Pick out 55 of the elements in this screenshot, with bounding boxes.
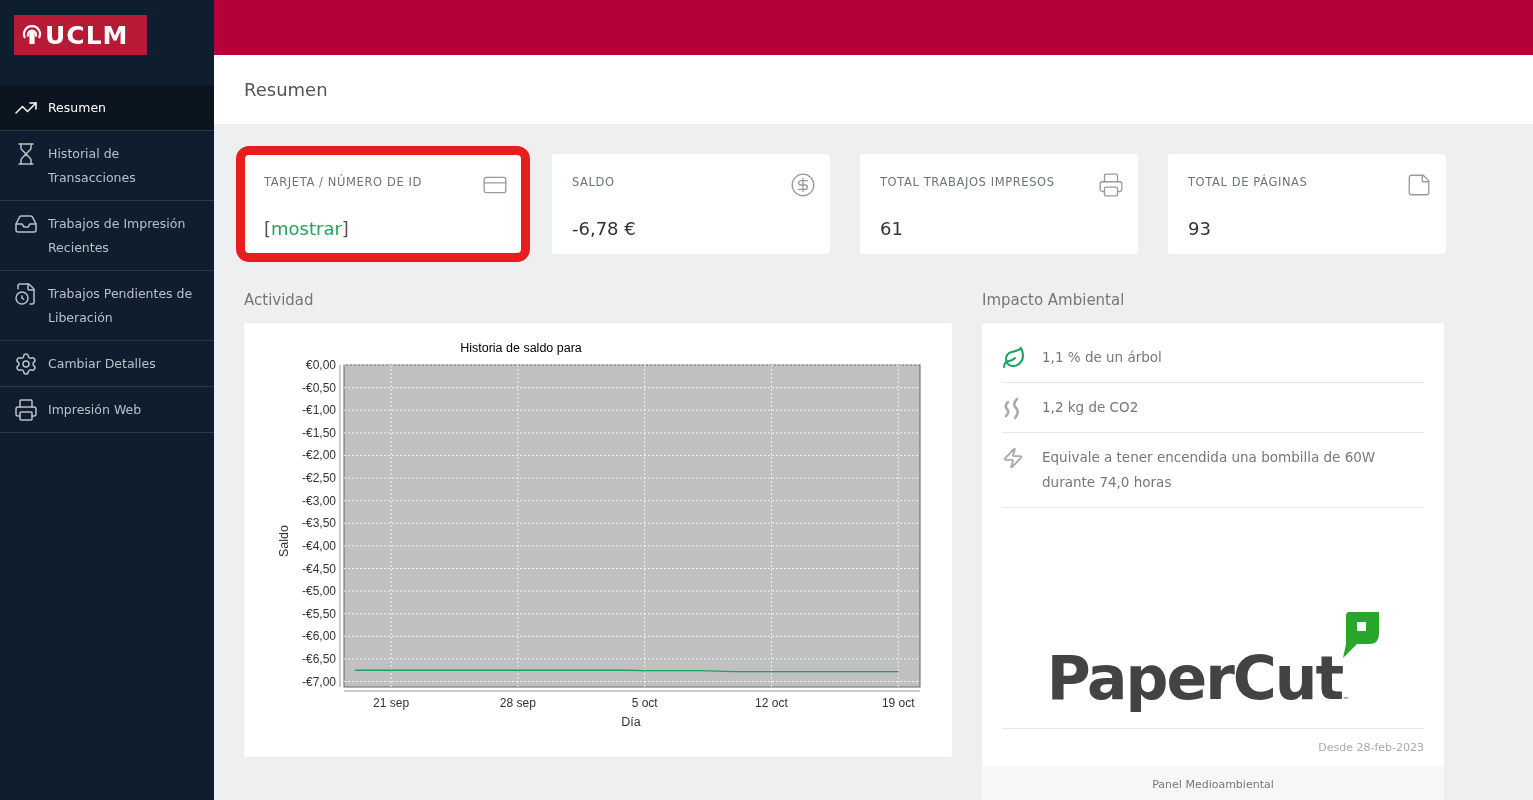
section-heading: Actividad [244, 291, 315, 309]
y-axis-label: -€3,00 [301, 493, 336, 508]
y-axis-label: -€0,50 [301, 380, 336, 395]
card-label: SALDO [572, 175, 615, 189]
sidebar-item[interactable]: Resumen [0, 85, 214, 131]
y-axis-label: -€4,50 [301, 561, 336, 576]
card-label: TOTAL DE PÁGINAS [1188, 175, 1308, 189]
y-axis-label: -€6,00 [301, 629, 336, 644]
chart-title: Historia de saldo para [460, 341, 582, 355]
card-value: 93 [1188, 218, 1212, 239]
y-axis-label: -€1,00 [301, 403, 336, 418]
page-title: Resumen [244, 79, 328, 100]
sidebar-item[interactable]: Trabajos de Impresión Recientes [0, 201, 214, 271]
sidebar-item[interactable]: Impresión Web [0, 387, 214, 433]
y-axis-label: -€5,00 [301, 584, 336, 599]
impact-text: Equivale a tener encendida una bombilla de 60W durante 74,0 horas [1042, 448, 1377, 492]
y-axis-label: -€3,50 [301, 516, 336, 531]
section-heading: Impacto Ambiental [982, 291, 1126, 309]
y-axis-label: -€4,00 [301, 538, 336, 553]
y-axis-label: -€7,00 [301, 674, 336, 689]
note-page-icon [1406, 172, 1432, 198]
since-date: Desde 28-feb-2023 [1318, 740, 1424, 756]
card-value: -6,78 € [572, 218, 637, 239]
y-axis-label: -€2,50 [301, 471, 336, 486]
tray-icon [14, 212, 38, 236]
bracket: [ [264, 218, 272, 239]
x-axis-label: 28 sep [499, 696, 536, 710]
sidebar-item[interactable]: Historial de Transacciones [0, 131, 214, 201]
y-axis-title: Saldo [277, 525, 291, 557]
impact-text: 1,1 % de un árbol [1042, 348, 1162, 367]
x-axis-label: 19 oct [881, 696, 915, 710]
card-label: TARJETA / NÚMERO DE ID [264, 175, 422, 189]
card-label: TOTAL TRABAJOS IMPRESOS [880, 175, 1055, 189]
y-axis-label: -€2,00 [301, 448, 336, 463]
document-clock-icon [14, 282, 38, 306]
sidebar-item[interactable]: Cambiar Detalles [0, 341, 214, 387]
x-axis-title: Día [621, 715, 641, 729]
y-axis-label: -€1,50 [301, 425, 336, 440]
bracket: ] [341, 218, 349, 239]
settings-icon [14, 352, 38, 376]
card-value: 61 [880, 218, 904, 239]
x-axis-label: 21 sep [373, 696, 410, 710]
impact-text: 1,2 kg de CO2 [1042, 398, 1139, 417]
y-axis-label: €0,00 [305, 358, 336, 372]
x-axis-label: 12 oct [755, 696, 788, 710]
y-axis-label: -€5,50 [301, 606, 336, 621]
sidebar-item[interactable]: Trabajos Pendientes de Liberación [0, 271, 214, 341]
university-logo: UCLM [14, 15, 147, 55]
x-axis-label: 5 oct [631, 696, 658, 710]
lightning-icon [1002, 446, 1024, 469]
footer-link[interactable]: Panel Medioambiental [982, 766, 1444, 800]
leaf-icon [1002, 345, 1026, 370]
printer-icon [1098, 172, 1124, 198]
y-axis-label: -€6,50 [301, 651, 336, 666]
dollar-coin-icon [790, 172, 816, 198]
